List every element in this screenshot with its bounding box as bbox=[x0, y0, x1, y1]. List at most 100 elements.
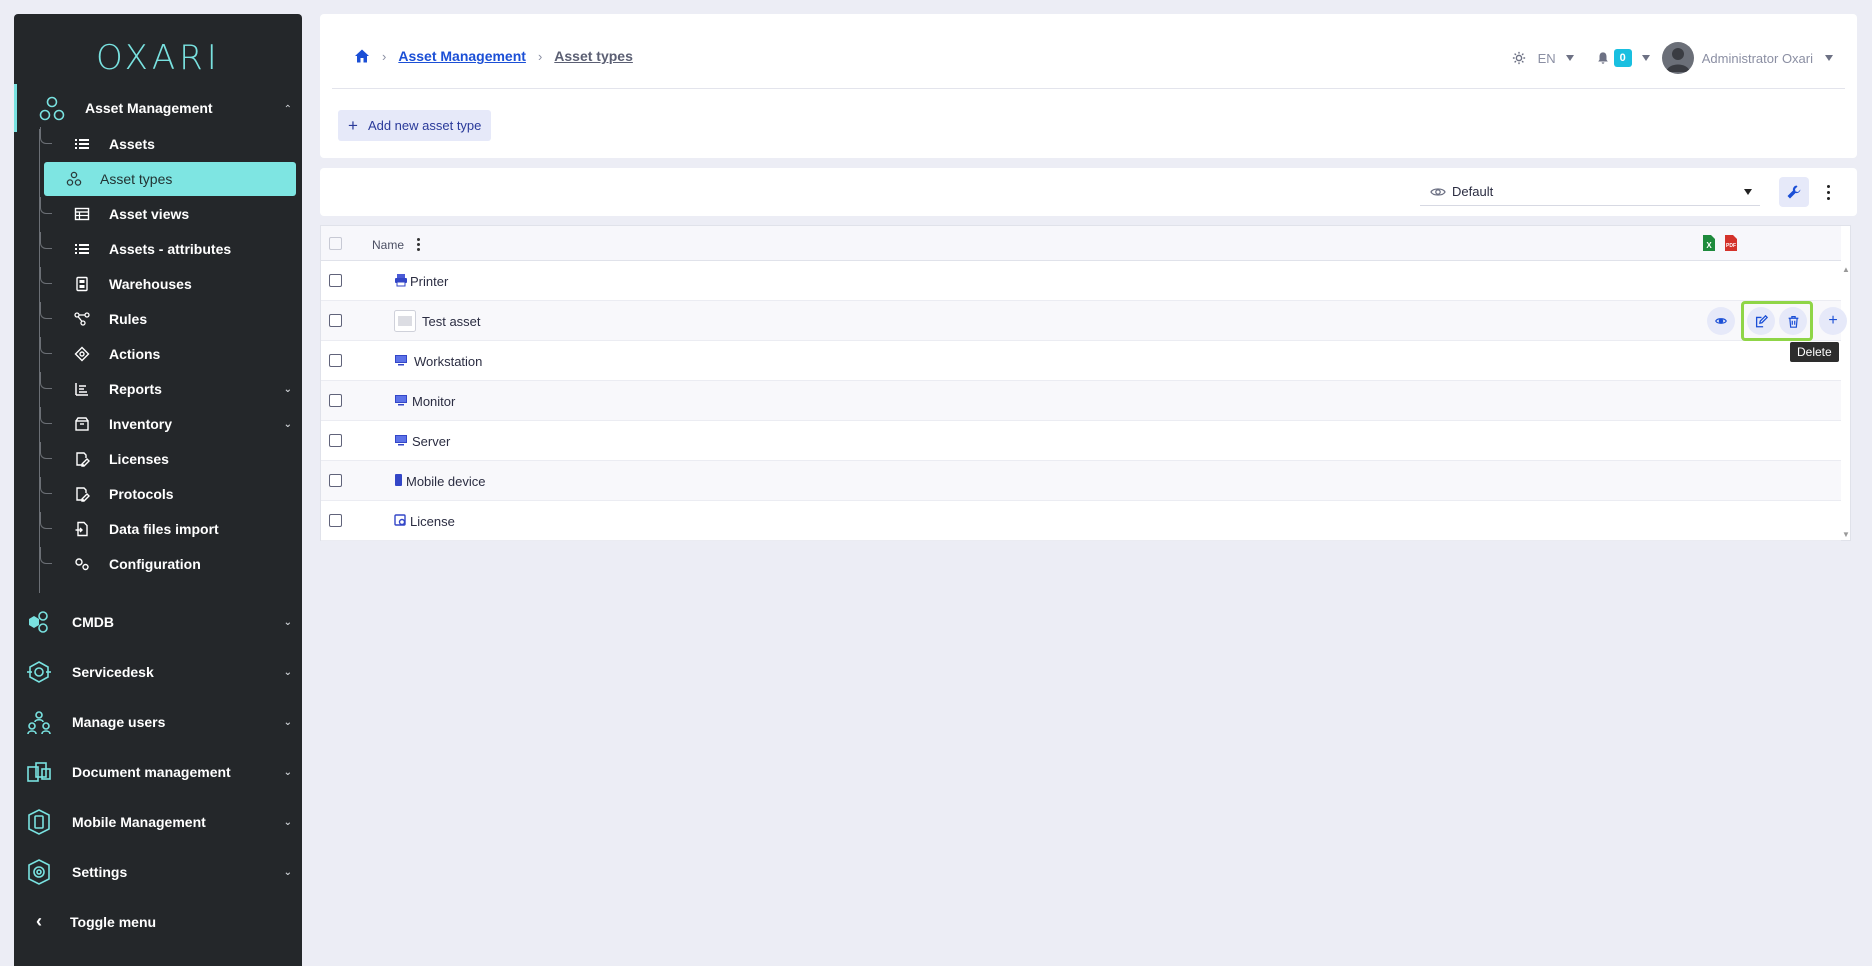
row-checkbox[interactable] bbox=[329, 474, 342, 487]
breadcrumb-asset-management[interactable]: Asset Management bbox=[398, 48, 526, 64]
language-selector[interactable]: EN bbox=[1538, 51, 1556, 66]
excel-export-icon[interactable]: X bbox=[1702, 234, 1716, 252]
scroll-down-icon[interactable]: ▼ bbox=[1842, 530, 1850, 539]
sidebar-item-label: Servicedesk bbox=[72, 664, 154, 680]
sidebar-item-asset-types[interactable]: Asset types bbox=[44, 162, 296, 196]
gear-icon[interactable] bbox=[1512, 51, 1526, 65]
sidebar-item-cmdb[interactable]: CMDB ⌄ bbox=[14, 597, 302, 647]
breadcrumb-asset-types[interactable]: Asset types bbox=[554, 48, 633, 64]
sidebar-item-inventory[interactable]: Inventory ⌄ bbox=[40, 407, 296, 441]
sidebar-item-licenses[interactable]: Licenses bbox=[40, 442, 296, 476]
row-name: Test asset bbox=[422, 314, 481, 329]
computer-icon bbox=[395, 435, 407, 446]
doc-edit-icon bbox=[76, 487, 90, 502]
molecule-icon bbox=[66, 171, 82, 186]
plus-icon: + bbox=[348, 115, 358, 135]
mobile-icon bbox=[28, 809, 50, 835]
scrollbar[interactable]: ▲ ▼ bbox=[1840, 261, 1850, 541]
table-row[interactable]: Server bbox=[321, 421, 1841, 461]
row-checkbox[interactable] bbox=[329, 434, 342, 447]
notification-badge[interactable]: 0 bbox=[1613, 49, 1632, 67]
row-checkbox[interactable] bbox=[329, 354, 342, 367]
image-placeholder-icon bbox=[394, 310, 416, 332]
logo-text: OXARI bbox=[96, 38, 221, 78]
sidebar-item-protocols[interactable]: Protocols bbox=[40, 477, 296, 511]
license-icon bbox=[394, 514, 406, 526]
table-row[interactable]: Monitor bbox=[321, 381, 1841, 421]
sidebar-item-actions[interactable]: Actions bbox=[40, 337, 296, 371]
divider bbox=[332, 88, 1845, 89]
header-card: › Asset Management › Asset types EN 0 Ad… bbox=[320, 14, 1857, 158]
avatar[interactable] bbox=[1661, 42, 1694, 74]
chevron-right-icon: › bbox=[537, 48, 543, 64]
table-row[interactable]: Test asset + bbox=[321, 301, 1847, 341]
sidebar-item-warehouses[interactable]: Warehouses bbox=[40, 267, 296, 301]
mobile-icon bbox=[395, 474, 402, 486]
sidebar-item-assets-attributes[interactable]: Assets - attributes bbox=[40, 232, 296, 266]
sidebar-section-asset-management[interactable]: Asset Management ⌃ bbox=[14, 84, 302, 132]
chevron-down-icon: ⌄ bbox=[283, 419, 292, 430]
chevron-down-icon: ⌄ bbox=[283, 867, 292, 878]
list-icon bbox=[75, 139, 89, 149]
add-new-asset-type-button[interactable]: + Add new asset type bbox=[338, 110, 492, 141]
table-row[interactable]: License bbox=[321, 501, 1841, 541]
view-button[interactable] bbox=[1707, 307, 1735, 335]
bell-icon[interactable] bbox=[1596, 51, 1610, 65]
servicedesk-icon bbox=[27, 661, 51, 683]
sidebar-item-assets[interactable]: Assets bbox=[40, 127, 296, 161]
sidebar-item-data-files-import[interactable]: Data files import bbox=[40, 512, 296, 546]
sidebar-item-manage-users[interactable]: Manage users ⌄ bbox=[14, 697, 302, 747]
toggle-menu-label: Toggle menu bbox=[70, 914, 157, 930]
users-icon bbox=[27, 711, 51, 735]
chevron-down-icon: ⌄ bbox=[283, 767, 292, 778]
column-menu-icon[interactable] bbox=[417, 238, 420, 251]
column-header-name[interactable]: Name bbox=[372, 238, 404, 252]
sidebar: OXARI Asset Management ⌃ Assets Asset ty… bbox=[14, 14, 302, 966]
sidebar-item-configuration[interactable]: Configuration bbox=[40, 547, 296, 581]
sidebar-item-mobile-management[interactable]: Mobile Management ⌄ bbox=[14, 797, 302, 847]
building-icon bbox=[76, 276, 88, 292]
chevron-down-icon: ⌄ bbox=[283, 384, 292, 395]
chevron-down-icon[interactable] bbox=[1641, 55, 1650, 61]
row-checkbox[interactable] bbox=[329, 394, 342, 407]
flow-icon bbox=[74, 312, 90, 326]
computer-icon bbox=[395, 355, 407, 366]
sidebar-item-label: Asset views bbox=[109, 206, 190, 222]
sidebar-item-settings[interactable]: Settings ⌄ bbox=[14, 847, 302, 897]
sidebar-item-label: CMDB bbox=[72, 614, 114, 630]
chevron-down-icon: ⌄ bbox=[283, 667, 292, 678]
row-checkbox[interactable] bbox=[329, 274, 342, 287]
row-checkbox[interactable] bbox=[329, 514, 342, 527]
settings-wrench-button[interactable] bbox=[1779, 177, 1809, 207]
row-checkbox[interactable] bbox=[329, 314, 342, 327]
select-all-checkbox[interactable] bbox=[329, 237, 342, 250]
scroll-up-icon[interactable]: ▲ bbox=[1842, 265, 1850, 274]
view-select[interactable]: Default bbox=[1420, 178, 1760, 206]
edit-button[interactable] bbox=[1747, 307, 1775, 335]
edit-icon bbox=[1755, 314, 1768, 327]
row-name: Mobile device bbox=[406, 474, 486, 489]
eye-icon bbox=[1430, 187, 1446, 196]
sidebar-item-asset-views[interactable]: Asset views bbox=[40, 197, 296, 231]
table-row[interactable]: Workstation bbox=[321, 341, 1841, 381]
sidebar-item-servicedesk[interactable]: Servicedesk ⌄ bbox=[14, 647, 302, 697]
row-actions: + bbox=[1707, 301, 1847, 341]
settings-icon bbox=[28, 859, 50, 885]
toggle-menu-button[interactable]: ‹ Toggle menu bbox=[14, 897, 302, 947]
user-name[interactable]: Administrator Oxari bbox=[1702, 51, 1813, 66]
list-icon bbox=[75, 244, 89, 254]
row-name: License bbox=[410, 514, 455, 529]
row-name: Monitor bbox=[412, 394, 456, 409]
home-icon[interactable] bbox=[354, 48, 370, 64]
more-options-button[interactable] bbox=[1820, 180, 1836, 204]
chevron-down-icon: ⌄ bbox=[283, 617, 292, 628]
table-row[interactable]: Printer bbox=[321, 261, 1841, 301]
sidebar-item-reports[interactable]: Reports ⌄ bbox=[40, 372, 296, 406]
sidebar-item-rules[interactable]: Rules bbox=[40, 302, 296, 336]
chevron-down-icon[interactable] bbox=[1825, 55, 1833, 61]
chevron-down-icon[interactable] bbox=[1565, 55, 1574, 61]
sidebar-item-document-management[interactable]: Document management ⌄ bbox=[14, 747, 302, 797]
delete-button[interactable] bbox=[1779, 307, 1807, 335]
table-row[interactable]: Mobile device bbox=[321, 461, 1841, 501]
pdf-export-icon[interactable]: PDF bbox=[1724, 234, 1738, 252]
